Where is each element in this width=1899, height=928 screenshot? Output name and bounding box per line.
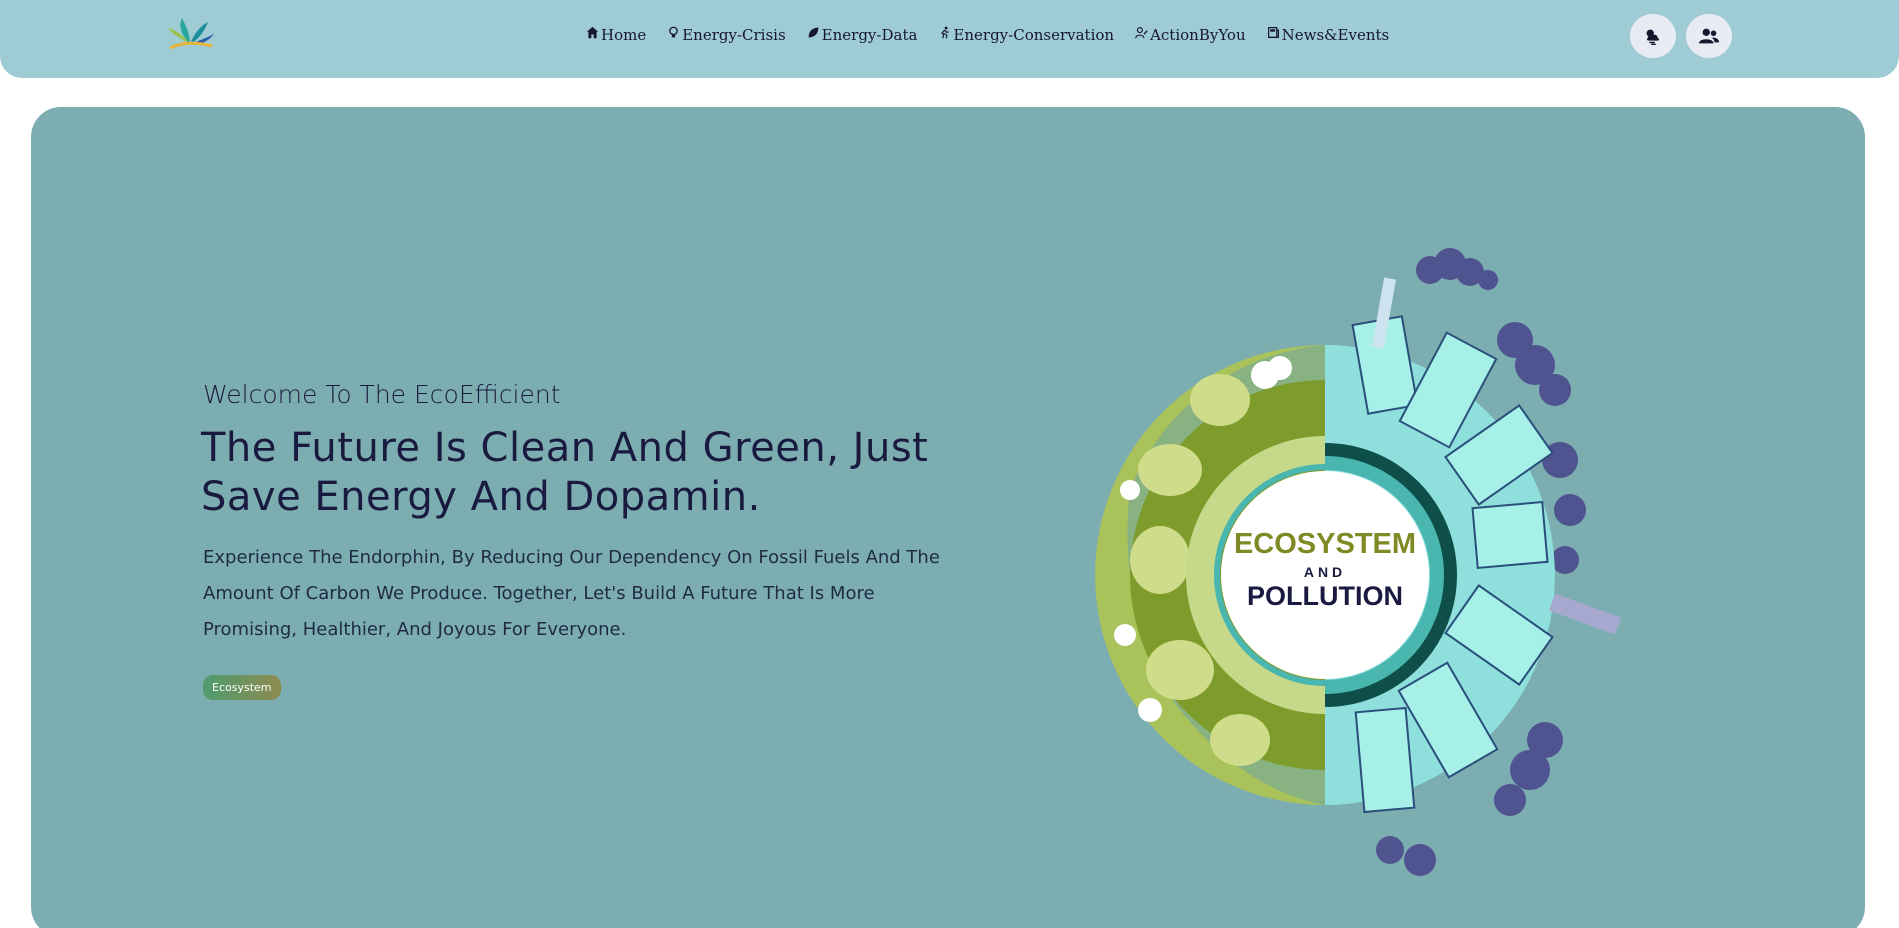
hero-welcome: Welcome To The EcoEfficient [203, 380, 561, 409]
hero-headline: The Future Is Clean And Green, Just Save… [201, 425, 929, 520]
home-icon [586, 26, 599, 39]
ecosystem-tag[interactable]: Ecosystem [203, 675, 281, 700]
users-icon [1698, 28, 1720, 44]
hero-description: Experience The Endorphin, By Reducing Ou… [203, 547, 940, 640]
newspaper-icon [1267, 27, 1279, 38]
ecosystem-pollution-illustration: ECOSYSTEM AND POLLUTION [1095, 248, 1621, 876]
illustration-line3: POLLUTION [1247, 581, 1403, 611]
nav-energy-conservation[interactable]: Energy-Conservation [938, 26, 1114, 44]
leaf-icon [808, 27, 819, 38]
nav-energy-conservation-label: Energy-Conservation [953, 26, 1115, 44]
weather-icon [1646, 29, 1659, 45]
nav-energy-data-label: Energy-Data [821, 26, 918, 44]
illustration-line1: ECOSYSTEM [1234, 528, 1416, 560]
person-edit-icon [1135, 27, 1148, 39]
illustration-line2: AND [1304, 564, 1346, 580]
nav-action-by-you-label: ActionByYou [1150, 26, 1246, 44]
nav-news-events-label: News&Events [1281, 26, 1390, 44]
nav-home-label: Home [601, 26, 647, 44]
running-person-icon [941, 26, 950, 39]
nav-energy-crisis-label: Energy-Crisis [682, 26, 786, 44]
nav-energy-crisis[interactable]: Energy-Crisis [667, 26, 786, 44]
nav-home[interactable]: Home [586, 26, 646, 44]
logo-icon[interactable] [164, 14, 216, 52]
bulb-icon [669, 26, 679, 38]
top-navbar: Home Energy-Crisis Energy-Data Energy-Co… [0, 0, 1899, 78]
main-nav: Home Energy-Crisis Energy-Data Energy-Co… [586, 26, 1410, 44]
nav-news-events[interactable]: News&Events [1267, 26, 1390, 44]
users-button[interactable] [1686, 14, 1732, 58]
nav-energy-data[interactable]: Energy-Data [807, 26, 918, 44]
nav-action-by-you[interactable]: ActionByYou [1135, 26, 1246, 44]
weather-button[interactable] [1630, 14, 1676, 58]
